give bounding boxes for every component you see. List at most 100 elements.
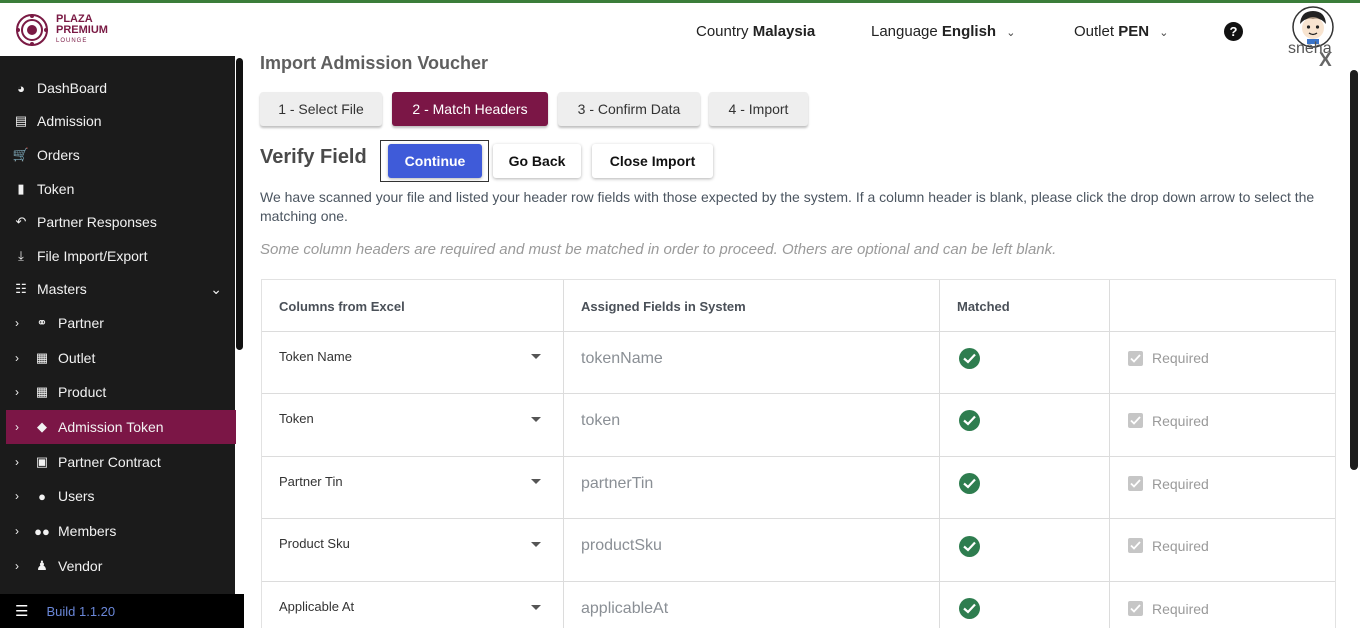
check-circle-icon: [959, 598, 980, 619]
required-label: Required: [1152, 413, 1209, 429]
dropdown-arrow-icon[interactable]: [531, 354, 541, 359]
column-divider: [939, 280, 940, 628]
page-title: Import Admission Voucher: [260, 53, 489, 73]
instructions-text: We have scanned your file and listed you…: [260, 189, 1315, 224]
sidebar-item-members[interactable]: › ●● Members: [0, 514, 236, 548]
check-circle-icon: [959, 536, 980, 557]
check-circle-icon: [959, 473, 980, 494]
sidebar-item-partner-contract[interactable]: › ▣ Partner Contract: [0, 445, 236, 479]
step-import[interactable]: 4 - Import: [709, 92, 808, 126]
chevron-down-icon: ⌄: [210, 280, 222, 297]
help-icon[interactable]: ?: [1224, 22, 1243, 41]
file-icon: ▮: [17, 181, 25, 196]
excel-column-select[interactable]: Applicable At: [279, 599, 354, 614]
ticket-icon: ◆: [37, 419, 47, 434]
sidebar-item-label: Masters: [37, 281, 87, 297]
sidebar-item-orders[interactable]: 🛒 Orders: [0, 138, 236, 172]
excel-column-select[interactable]: Token Name: [279, 349, 352, 364]
sidebar-scrollbar[interactable]: [236, 58, 243, 350]
dropdown-arrow-icon[interactable]: [531, 479, 541, 484]
sidebar-item-outlet[interactable]: › ▦ Outlet: [0, 341, 236, 375]
country-label: Country: [696, 23, 749, 40]
required-checkbox[interactable]: [1128, 538, 1143, 553]
sidebar-item-masters[interactable]: ☷ Masters ⌄: [0, 272, 236, 306]
sidebar-item-label: Partner Responses: [37, 214, 157, 230]
step-select-file[interactable]: 1 - Select File: [260, 92, 382, 126]
sidebar-footer: ☰ Build 1.1.20: [0, 594, 244, 628]
close-import-button[interactable]: Close Import: [592, 144, 713, 178]
close-icon[interactable]: X: [1319, 50, 1332, 72]
required-checkbox[interactable]: [1128, 476, 1143, 491]
header-mapping-table: Columns from Excel Assigned Fields in Sy…: [261, 279, 1336, 628]
sidebar-item-label: Partner: [58, 315, 104, 331]
sidebar-item-partner[interactable]: › ⚭ Partner: [0, 306, 236, 340]
reply-icon: ↶: [15, 214, 27, 229]
required-label: Required: [1152, 538, 1209, 554]
sidebar-item-label: Token: [37, 181, 75, 197]
column-header-assigned-field: Assigned Fields in System: [581, 298, 746, 314]
sidebar-item-label: Admission Token: [58, 419, 164, 435]
step-confirm-data[interactable]: 3 - Confirm Data: [558, 92, 700, 126]
page-scrollbar[interactable]: [1350, 70, 1358, 470]
sidebar-item-label: DashBoard: [37, 80, 108, 96]
gift-icon: ▦: [35, 384, 49, 399]
continue-button[interactable]: Continue: [388, 144, 482, 178]
build-version: Build 1.1.20: [46, 603, 116, 619]
sidebar-item-admission[interactable]: ▤ Admission: [0, 104, 236, 138]
assigned-field: token: [581, 412, 621, 429]
row-divider: [262, 581, 1335, 582]
hamburger-menu-icon[interactable]: ☰: [15, 602, 28, 620]
sidebar-item-dashboard[interactable]: ◕ DashBoard: [0, 71, 236, 105]
chevron-down-icon: ⌄: [1159, 27, 1169, 39]
sidebar-item-vendor[interactable]: › ♟ Vendor: [0, 549, 236, 583]
language-value: English: [941, 23, 997, 40]
dropdown-arrow-icon[interactable]: [531, 542, 541, 547]
person-icon: ♟: [36, 558, 48, 573]
outlet-label: Outlet: [1074, 23, 1115, 40]
country-value: Malaysia: [752, 23, 816, 40]
sidebar-item-label: Admission: [37, 113, 102, 129]
brand-line-3: LOUNGE: [56, 37, 88, 44]
chevron-right-icon: ›: [15, 385, 19, 399]
briefcase-icon: ▣: [35, 454, 49, 469]
excel-column-select[interactable]: Partner Tin: [279, 474, 343, 489]
brand-logo[interactable]: PLAZA PREMIUM LOUNGE: [15, 13, 108, 47]
required-checkbox[interactable]: [1128, 351, 1143, 366]
outlet-selector[interactable]: Outlet PEN ⌄: [1074, 23, 1168, 40]
lotus-logo-icon: [16, 14, 48, 46]
sidebar-item-token[interactable]: ▮ Token: [0, 172, 236, 206]
column-header-matched: Matched: [957, 298, 1010, 314]
step-match-headers[interactable]: 2 - Match Headers: [392, 92, 548, 126]
download-icon: ⤓: [18, 248, 24, 263]
users-icon: ●●: [34, 523, 50, 539]
sidebar-item-product[interactable]: › ▦ Product: [0, 375, 236, 409]
id-card-icon: ▤: [14, 113, 28, 128]
row-divider: [262, 518, 1335, 519]
check-circle-icon: [959, 410, 980, 431]
dropdown-arrow-icon[interactable]: [531, 417, 541, 422]
row-divider: [262, 456, 1335, 457]
sidebar-item-file-import-export[interactable]: ⤓ File Import/Export: [0, 239, 236, 273]
sidebar-item-partner-responses[interactable]: ↶ Partner Responses: [0, 205, 236, 239]
go-back-button[interactable]: Go Back: [493, 144, 581, 178]
sidebar-item-label: Outlet: [58, 350, 96, 366]
chevron-right-icon: ›: [15, 351, 19, 365]
required-checkbox[interactable]: [1128, 413, 1143, 428]
check-circle-icon: [959, 348, 980, 369]
language-selector[interactable]: Language English ⌄: [871, 23, 1015, 40]
sidebar-item-users[interactable]: › ● Users: [0, 479, 236, 513]
excel-column-select[interactable]: Product Sku: [279, 536, 350, 551]
chevron-down-icon: ⌄: [1006, 27, 1016, 39]
row-divider: [262, 331, 1335, 332]
sitemap-icon: ☷: [15, 281, 27, 296]
brand-name: PLAZA PREMIUM LOUNGE: [56, 13, 108, 47]
country-selector[interactable]: Country Malaysia: [696, 23, 815, 40]
sidebar-item-label: Vendor: [58, 558, 103, 574]
required-checkbox[interactable]: [1128, 601, 1143, 616]
excel-column-select[interactable]: Token: [279, 411, 314, 426]
dropdown-arrow-icon[interactable]: [531, 605, 541, 610]
language-label: Language: [871, 23, 938, 40]
dashboard-icon: ◕: [17, 80, 25, 96]
sidebar-item-admission-token[interactable]: › ◆ Admission Token: [6, 410, 236, 444]
verify-field-heading: Verify Field: [260, 146, 367, 168]
